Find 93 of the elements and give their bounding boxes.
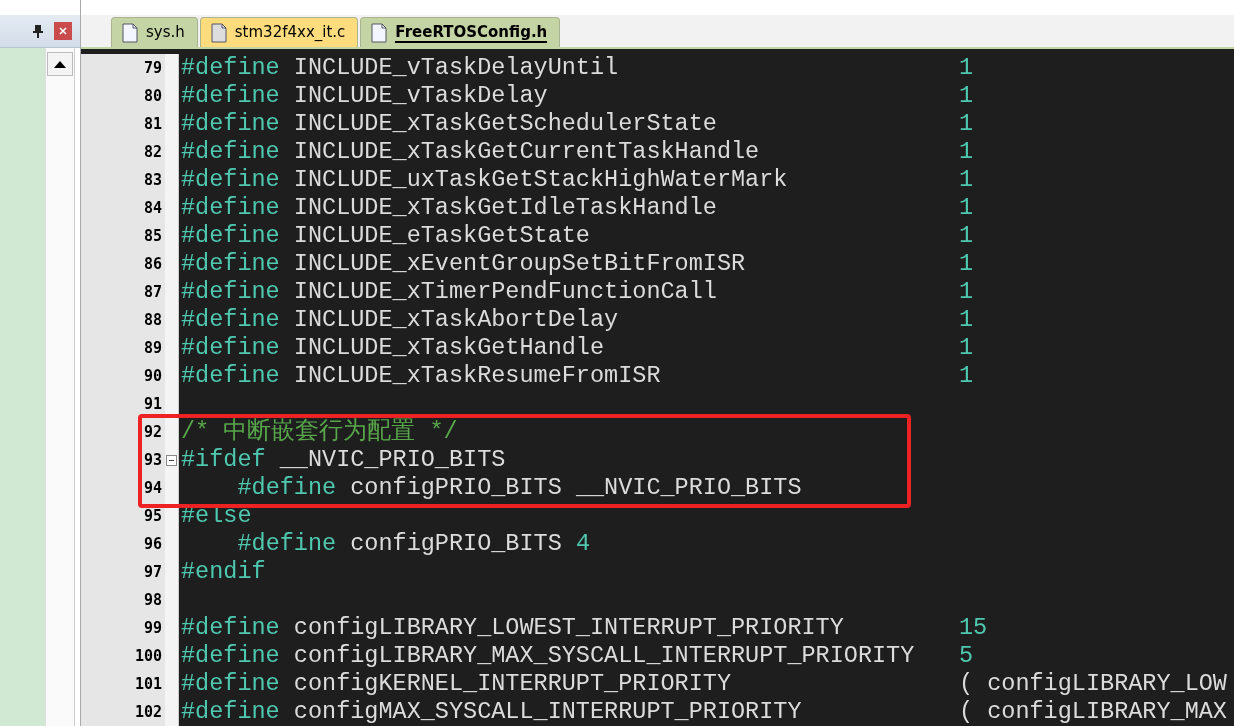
code-keyword: #define	[181, 278, 280, 305]
code-identifier: __NVIC_PRIO_BITS	[278, 446, 506, 473]
line-number: 98	[143, 590, 163, 611]
line-number: 84	[143, 198, 163, 219]
code-keyword: #define	[181, 82, 280, 109]
code-identifier: configMAX_SYSCALL_INTERRUPT_PRIORITY	[292, 698, 802, 725]
code-identifier: INCLUDE_eTaskGetState	[292, 222, 590, 249]
code-keyword: #define	[236, 474, 337, 501]
code-value: 1	[959, 54, 974, 82]
file-icon	[122, 22, 138, 43]
close-icon	[59, 27, 67, 35]
code-value: 1	[959, 250, 974, 278]
line-number: 99	[143, 618, 163, 639]
code-identifier: INCLUDE_xTaskResumeFromISR	[292, 362, 661, 389]
line-number: 97	[143, 562, 163, 583]
line-number: 96	[143, 534, 163, 555]
code-keyword: #define	[181, 362, 280, 389]
scroll-up-button[interactable]	[47, 52, 73, 76]
line-number: 86	[143, 254, 163, 275]
line-number: 92	[143, 422, 163, 443]
code-identifier: configLIBRARY_LOWEST_INTERRUPT_PRIORITY	[292, 614, 844, 641]
file-icon	[210, 22, 227, 43]
code-expression: ( configLIBRARY_MAX	[959, 698, 1227, 726]
code-keyword: #define	[181, 250, 280, 277]
code-keyword: #endif	[181, 558, 266, 585]
code-keyword: #define	[181, 194, 280, 221]
code-identifier: INCLUDE_xTaskGetHandle	[292, 334, 605, 361]
line-number: 81	[143, 114, 163, 135]
code-value: 1	[959, 362, 974, 390]
code-keyword: #define	[181, 614, 280, 641]
code-keyword: #define	[181, 110, 280, 137]
code-keyword: #define	[181, 334, 280, 361]
line-number: 83	[143, 170, 163, 191]
line-number: 91	[143, 394, 163, 415]
code-keyword: #define	[181, 670, 280, 697]
code-identifier: INCLUDE_xTaskGetCurrentTaskHandle	[292, 138, 760, 165]
up-arrow-icon	[54, 60, 66, 68]
code-identifier: INCLUDE_vTaskDelayUntil	[292, 54, 619, 81]
code-keyword: #define	[181, 222, 280, 249]
collapse-icon[interactable]	[166, 454, 177, 466]
line-number: 79	[143, 58, 163, 79]
line-number: 94	[143, 478, 163, 499]
code-value: 15	[959, 614, 988, 642]
code-identifier: INCLUDE_xTaskGetSchedulerState	[292, 110, 717, 137]
code-value: 1	[959, 110, 974, 138]
line-number: 95	[143, 506, 163, 527]
code-keyword: #define	[181, 138, 280, 165]
file-tab[interactable]: sys.h	[111, 17, 198, 47]
line-number: 82	[143, 142, 163, 163]
line-number: 89	[143, 338, 163, 359]
code-keyword: #define	[181, 166, 280, 193]
line-number: 93	[143, 450, 163, 471]
code-identifier: INCLUDE_xEventGroupSetBitFromISR	[292, 250, 746, 277]
file-tab[interactable]: FreeRTOSConfig.h	[360, 17, 561, 47]
line-number: 80	[143, 86, 163, 107]
code-keyword: #define	[181, 698, 280, 725]
line-number: 85	[143, 226, 163, 247]
file-icon	[371, 22, 388, 43]
code-value: 4	[574, 530, 590, 557]
code-value: 1	[959, 278, 974, 306]
code-comment: /* 中断嵌套行为配置 */	[181, 418, 458, 445]
close-button[interactable]	[54, 22, 72, 40]
code-identifier: INCLUDE_vTaskDelay	[292, 82, 548, 109]
line-number: 102	[134, 702, 163, 723]
code-value: 1	[959, 82, 974, 110]
pin-icon[interactable]	[32, 24, 44, 38]
code-identifier: configLIBRARY_MAX_SYSCALL_INTERRUPT_PRIORITY	[292, 642, 915, 669]
line-number: 87	[143, 282, 163, 303]
line-number: 90	[143, 366, 163, 387]
code-value: 1	[959, 306, 974, 334]
code-keyword: #ifdef	[181, 446, 266, 473]
code-keyword: #define	[236, 530, 337, 557]
code-identifier: configKERNEL_INTERRUPT_PRIORITY	[292, 670, 731, 697]
code-identifier: configPRIO_BITS	[349, 530, 562, 557]
line-number: 88	[143, 310, 163, 331]
code-value: 1	[959, 222, 974, 250]
line-number: 101	[134, 674, 163, 695]
code-value: 5	[959, 642, 974, 670]
code-expression: ( configLIBRARY_LOW	[959, 670, 1227, 698]
code-identifier: configPRIO_BITS __NVIC_PRIO_BITS	[349, 474, 802, 501]
code-identifier: INCLUDE_xTimerPendFunctionCall	[292, 278, 717, 305]
code-identifier: INCLUDE_xTaskGetIdleTaskHandle	[292, 194, 717, 221]
code-identifier: INCLUDE_xTaskAbortDelay	[292, 306, 619, 333]
code-keyword: #define	[181, 306, 280, 333]
code-identifier: INCLUDE_uxTaskGetStackHighWaterMark	[292, 166, 788, 193]
line-number: 100	[134, 646, 163, 667]
file-tab[interactable]: stm32f4xx_it.c	[199, 17, 359, 47]
code-value: 1	[959, 334, 974, 362]
code-value: 1	[959, 194, 974, 222]
code-value: 1	[959, 166, 974, 194]
code-keyword: #define	[181, 54, 280, 81]
code-keyword: #define	[181, 642, 280, 669]
code-value: 1	[959, 138, 974, 166]
